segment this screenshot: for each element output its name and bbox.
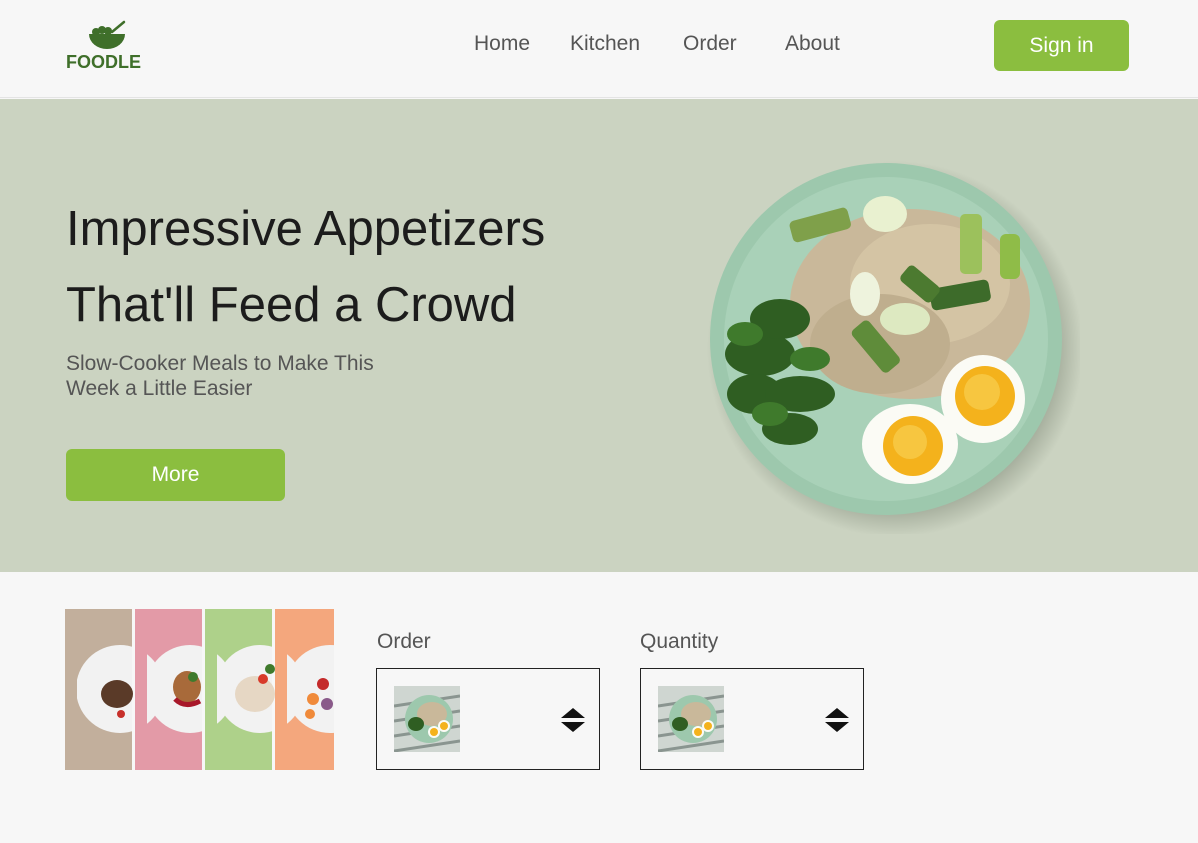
sign-in-button[interactable]: Sign in bbox=[994, 20, 1129, 71]
hero-subtitle-line-2: Week a Little Easier bbox=[66, 377, 253, 400]
hero-title-line-1: Impressive Appetizers bbox=[66, 202, 546, 256]
bowl-logo-icon bbox=[89, 20, 126, 49]
site-header: FOODLE Home Kitchen Order About Sign in bbox=[0, 0, 1198, 98]
dish-gallery-image bbox=[65, 609, 374, 770]
rice-bowl-with-eggs-image bbox=[707, 161, 1080, 534]
order-select[interactable] bbox=[376, 668, 600, 770]
nav-order[interactable]: Order bbox=[683, 32, 737, 56]
logo[interactable]: FOODLE bbox=[66, 20, 146, 72]
hero-title: Impressive Appetizers That'll Feed a Cro… bbox=[66, 191, 626, 343]
nav-home[interactable]: Home bbox=[474, 32, 530, 56]
quantity-label: Quantity bbox=[640, 630, 719, 653]
up-down-arrows-icon[interactable] bbox=[560, 707, 586, 733]
quantity-select[interactable] bbox=[640, 668, 864, 770]
brand-name: FOODLE bbox=[66, 52, 141, 72]
up-down-arrows-icon[interactable] bbox=[824, 707, 850, 733]
hero-section: Impressive Appetizers That'll Feed a Cro… bbox=[0, 99, 1198, 572]
hero-title-line-2: That'll Feed a Crowd bbox=[66, 278, 517, 332]
order-label: Order bbox=[377, 630, 431, 653]
hero-subtitle-line-1: Slow-Cooker Meals to Make This bbox=[66, 352, 374, 375]
more-button[interactable]: More bbox=[66, 449, 285, 501]
hero-subtitle: Slow-Cooker Meals to Make This Week a Li… bbox=[66, 351, 426, 401]
nav-about[interactable]: About bbox=[785, 32, 840, 56]
dish-thumbnail-image bbox=[394, 686, 460, 752]
dish-gallery[interactable] bbox=[65, 609, 374, 770]
dish-thumbnail-image bbox=[658, 686, 724, 752]
nav-kitchen[interactable]: Kitchen bbox=[570, 32, 640, 56]
